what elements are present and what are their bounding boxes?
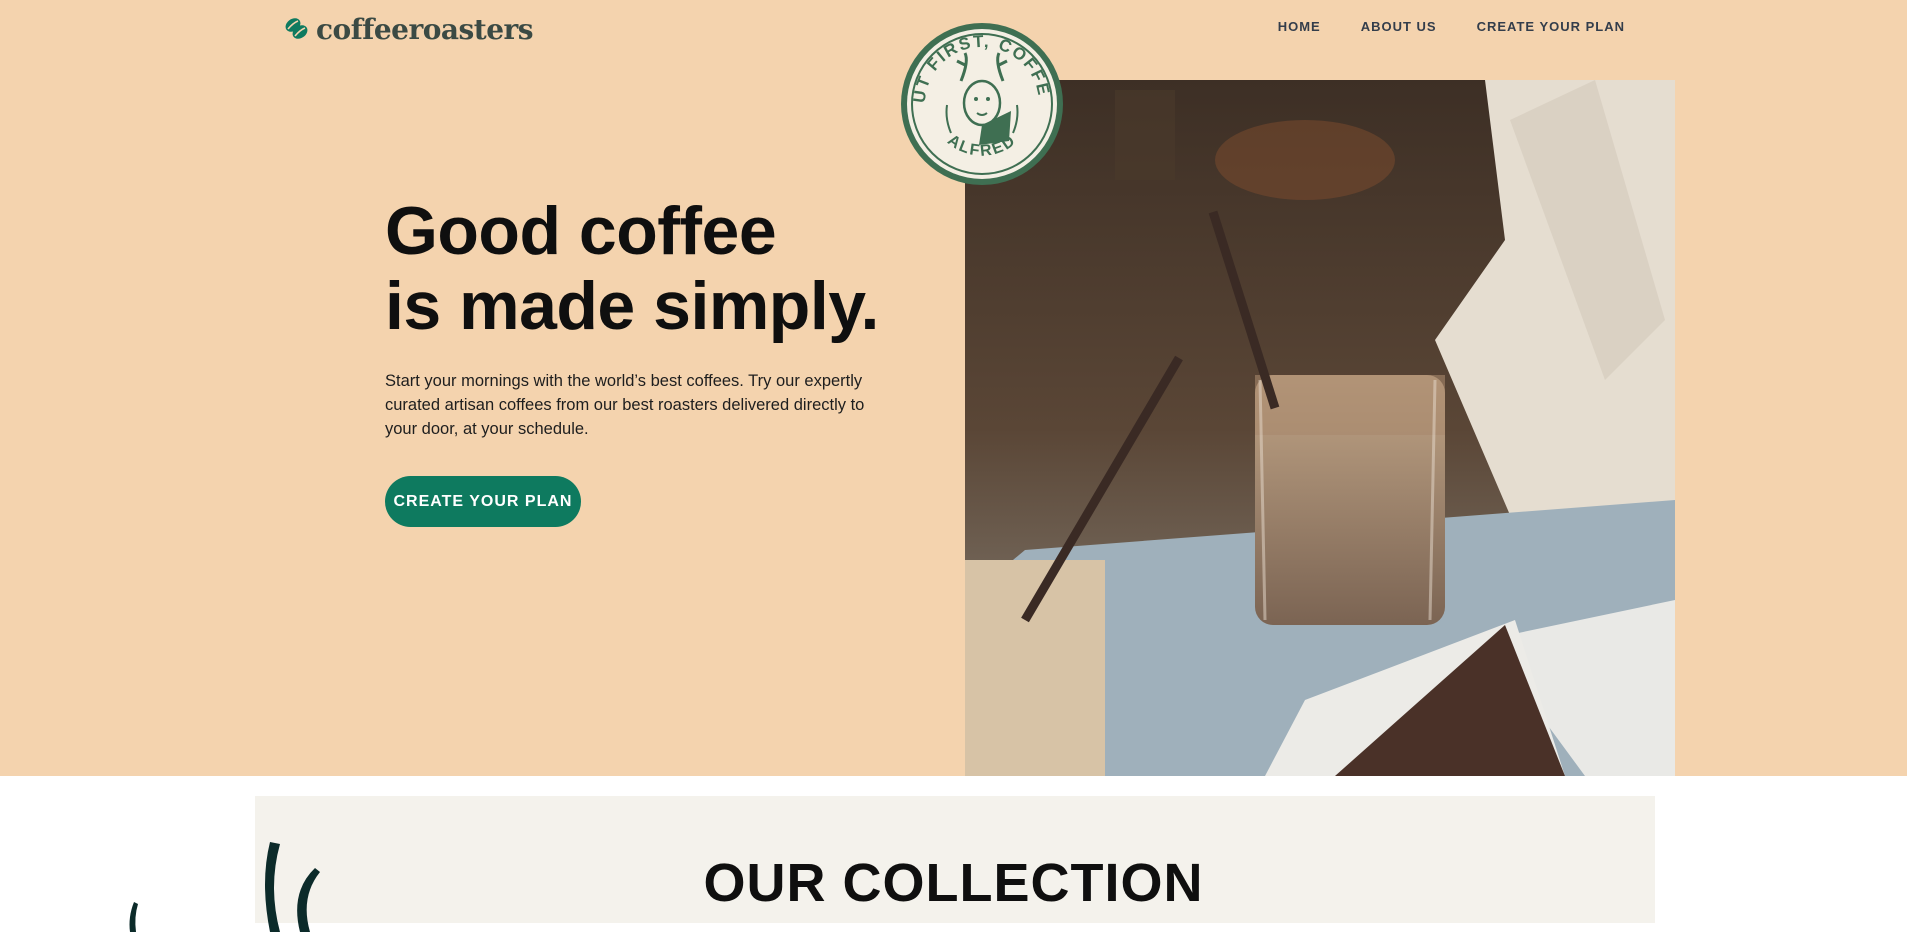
hero-photo bbox=[965, 80, 1675, 776]
nav-about-us[interactable]: ABOUT US bbox=[1361, 19, 1437, 34]
brand-logo[interactable]: coffeeroasters bbox=[284, 12, 534, 46]
headline-line-1: Good coffee bbox=[385, 193, 777, 269]
main-nav: HOME ABOUT US CREATE YOUR PLAN bbox=[1278, 19, 1625, 34]
brand-name: coffeeroasters bbox=[316, 12, 534, 46]
coffee-bean-icon bbox=[285, 18, 308, 39]
hero-description: Start your mornings with the world’s bes… bbox=[385, 372, 865, 438]
nav-create-plan[interactable]: CREATE YOUR PLAN bbox=[1477, 19, 1625, 34]
alfred-stamp-badge: BUT FIRST, COFFEE. ALFRED bbox=[899, 21, 1063, 185]
nav-home[interactable]: HOME bbox=[1278, 19, 1321, 34]
hero-headline: Good coffee is made simply. bbox=[385, 194, 879, 344]
create-plan-button[interactable]: CREATE YOUR PLAN bbox=[385, 476, 581, 527]
collection-title: OUR COLLECTION bbox=[703, 853, 1204, 913]
headline-line-2: is made simply. bbox=[385, 268, 879, 344]
